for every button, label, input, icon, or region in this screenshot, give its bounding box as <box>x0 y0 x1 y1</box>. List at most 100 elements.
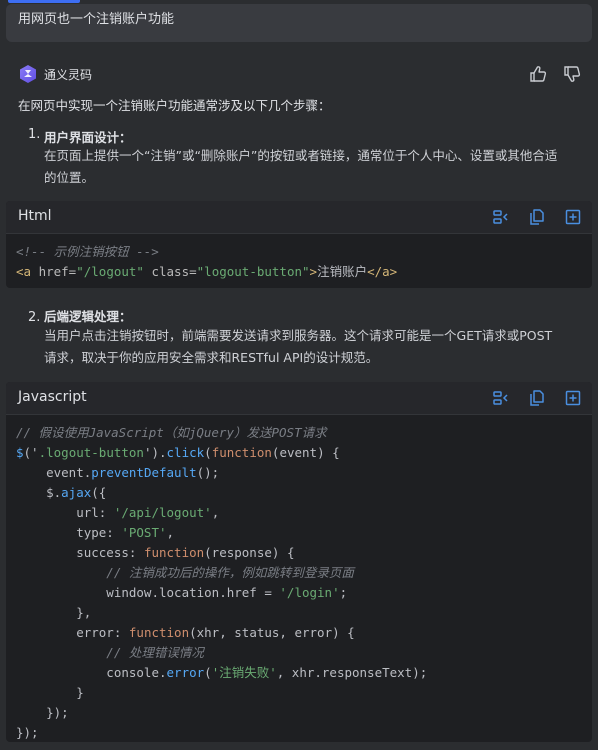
code-token: 注销账户 <box>317 264 368 279</box>
code-line: type: 'POST', <box>16 523 592 543</box>
code-token: success: <box>16 545 144 560</box>
code-line: } <box>16 683 592 703</box>
code-token: ( <box>204 665 212 680</box>
code-token: (xhr, status, error) { <box>189 625 355 640</box>
assistant-header: 通义灵码 <box>18 64 588 86</box>
copy-icon[interactable] <box>528 389 546 407</box>
user-message-bubble: 用网页也一个注销账户功能 <box>6 4 592 42</box>
code-token: error <box>166 665 205 680</box>
code-line: // 假设使用JavaScript（如jQuery）发送POST请求 <box>16 423 592 443</box>
code-line: }); <box>16 703 592 723</box>
code-token: '注销失败' <box>211 665 277 680</box>
code-token: } <box>16 685 84 700</box>
code-token: ({ <box>91 485 107 500</box>
code-token: window.location.href = <box>16 585 280 600</box>
code-token: class= <box>143 264 197 279</box>
assistant-name: 通义灵码 <box>44 68 93 82</box>
code-token: .logout-button <box>38 445 144 460</box>
code-token: '). <box>143 445 167 460</box>
code-block-header: Javascript <box>6 382 592 415</box>
code-token: error: <box>16 625 129 640</box>
chat-panel: 用网页也一个注销账户功能 通义灵码 在网页中实现一个注销账户功能通常涉及以下几个… <box>0 0 598 750</box>
code-token: <a <box>16 264 39 279</box>
tongyi-logo-icon <box>20 65 36 83</box>
code-line: <!-- 示例注销按钮 --> <box>16 242 592 262</box>
code-block-header: Html <box>6 201 592 234</box>
step-body-line: 当用户点击注销按钮时，前端需要发送请求到服务器。这个请求可能是一个GET请求或P… <box>44 328 553 343</box>
assistant-intro: 在网页中实现一个注销账户功能通常涉及以下几个步骤： <box>18 98 331 113</box>
step-number: 1. <box>28 127 41 142</box>
code-token: }, <box>16 605 92 620</box>
thumbs-down-icon[interactable] <box>562 64 582 84</box>
code-line: $('.logout-button').click(function(event… <box>16 443 592 463</box>
code-token: // 注销成功后的操作，例如跳转到登录页面 <box>16 565 354 580</box>
code-token: // 假设使用JavaScript（如jQuery）发送POST请求 <box>16 425 327 440</box>
step-number: 2. <box>28 310 41 325</box>
code-body: // 假设使用JavaScript（如jQuery）发送POST请求 $('.lo… <box>6 415 592 742</box>
code-block-html: Html <!-- 示例注销按钮 --> <a href="/logout" cl… <box>6 201 592 288</box>
step-body-line: 请求，取决于你的应用安全需求和RESTful API的设计规范。 <box>44 350 379 365</box>
code-line: url: '/api/logout', <box>16 503 592 523</box>
code-language-label: Html <box>18 208 52 224</box>
code-token: "logout-button" <box>196 264 310 279</box>
code-line: }, <box>16 603 592 623</box>
code-token: }); <box>16 705 69 720</box>
code-token: (response) { <box>204 545 295 560</box>
code-token: preventDefault <box>91 465 197 480</box>
code-line: }); <box>16 723 592 742</box>
code-token: click <box>166 445 205 460</box>
code-token: , xhr.responseText); <box>276 665 428 680</box>
code-body: <!-- 示例注销按钮 --> <a href="/logout" class="… <box>6 234 592 282</box>
insert-diff-icon[interactable] <box>492 389 510 407</box>
copy-icon[interactable] <box>528 208 546 226</box>
step-title: 后端逻辑处理： <box>44 309 132 324</box>
code-token: // 处理错误情况 <box>16 645 204 660</box>
step-body-line: 在页面上提供一个“注销”或“删除账户”的按钮或者链接，通常位于个人中心、设置或其… <box>44 148 558 163</box>
code-line: error: function(xhr, status, error) { <box>16 623 592 643</box>
code-line: console.error('注销失败', xhr.responseText); <box>16 663 592 683</box>
code-language-label: Javascript <box>18 389 87 405</box>
code-line: event.preventDefault(); <box>16 463 592 483</box>
code-token: (); <box>196 465 220 480</box>
code-line: // 注销成功后的操作，例如跳转到登录页面 <box>16 563 592 583</box>
thumbs-up-icon[interactable] <box>528 64 548 84</box>
step-body-line: 的位置。 <box>44 170 95 185</box>
step-title: 用户界面设计： <box>44 130 132 145</box>
code-token: type: <box>16 525 122 540</box>
code-token: }); <box>16 725 39 740</box>
code-token: $. <box>16 485 62 500</box>
code-token: console. <box>16 665 167 680</box>
active-tab-indicator <box>8 0 80 3</box>
code-token: href= <box>38 264 77 279</box>
code-line: success: function(response) { <box>16 543 592 563</box>
code-token: '/login' <box>279 585 340 600</box>
code-token: , <box>211 505 220 520</box>
code-token: "/logout" <box>76 264 144 279</box>
step-body: 当用户点击注销按钮时，前端需要发送请求到服务器。这个请求可能是一个GET请求或P… <box>44 325 584 369</box>
code-token: function <box>211 445 272 460</box>
code-token: 'POST' <box>121 525 167 540</box>
code-line: window.location.href = '/login'; <box>16 583 592 603</box>
code-token: ; <box>339 585 348 600</box>
step-body: 在页面上提供一个“注销”或“删除账户”的按钮或者链接，通常位于个人中心、设置或其… <box>44 145 584 189</box>
code-token: (event) { <box>271 445 340 460</box>
code-token: ( <box>204 445 212 460</box>
code-token: '/api/logout' <box>113 505 212 520</box>
code-block-javascript: Javascript // 假设使用JavaScript（如jQuery）发送P… <box>6 382 592 742</box>
insert-diff-icon[interactable] <box>492 208 510 226</box>
code-token: , <box>166 525 175 540</box>
code-token: url: <box>16 505 114 520</box>
code-token: > <box>309 264 318 279</box>
code-token: function <box>128 625 190 640</box>
code-token: ajax <box>61 485 92 500</box>
code-token: (' <box>23 445 39 460</box>
user-message-text: 用网页也一个注销账户功能 <box>18 12 175 27</box>
code-token: <!-- 示例注销按钮 --> <box>16 244 159 259</box>
new-file-icon[interactable] <box>564 389 582 407</box>
code-token: </a> <box>367 264 398 279</box>
code-token: event. <box>16 465 92 480</box>
code-line: $.ajax({ <box>16 483 592 503</box>
code-token: $ <box>16 445 24 460</box>
bottom-edge <box>0 742 598 750</box>
new-file-icon[interactable] <box>564 208 582 226</box>
